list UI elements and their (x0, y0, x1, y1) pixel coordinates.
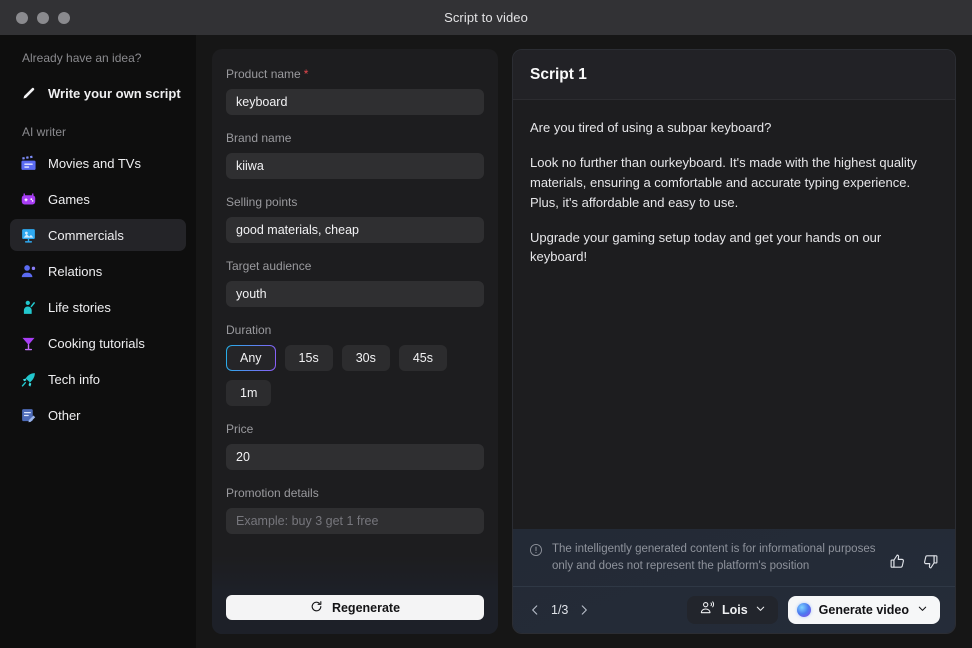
script-panel: Script 1 Are you tired of using a subpar… (512, 49, 956, 634)
sidebar-item-relations[interactable]: Relations (10, 255, 186, 287)
script-paragraph: Are you tired of using a subpar keyboard… (530, 120, 772, 135)
person-add-icon (19, 262, 37, 280)
disclaimer-row: The intelligently generated content is f… (513, 529, 955, 587)
sidebar-item-tech-info[interactable]: Tech info (10, 363, 186, 395)
duration-option-any[interactable]: Any (226, 345, 276, 371)
note-edit-icon (19, 406, 37, 424)
duration-options: Any 15s 30s 45s 1m (226, 345, 484, 406)
voice-label: Lois (721, 603, 748, 617)
person-wave-icon (19, 298, 37, 316)
generate-video-button[interactable]: Generate video (787, 596, 940, 624)
sidebar: Already have an idea? Write your own scr… (0, 35, 196, 648)
info-circle-icon (529, 541, 543, 562)
generate-video-label: Generate video (818, 603, 909, 617)
selling-points-label: Selling points (226, 195, 298, 209)
title-bar: Script to video (0, 0, 972, 35)
sidebar-item-label: Other (48, 407, 81, 423)
price-input[interactable]: 20 (226, 444, 484, 470)
selling-points-input[interactable]: good materials, cheap (226, 217, 484, 243)
sidebar-item-label: Commercials (48, 227, 124, 243)
sidebar-item-label: Movies and TVs (48, 155, 141, 171)
chevron-down-icon (755, 601, 766, 619)
regenerate-label: Regenerate (331, 600, 401, 615)
sidebar-item-movies-and-tvs[interactable]: Movies and TVs (10, 147, 186, 179)
script-paragraph: Look no further than ourkeyboard. It's m… (530, 154, 917, 210)
sidebar-item-cooking-tutorials[interactable]: Cooking tutorials (10, 327, 186, 359)
sidebar-item-label: Life stories (48, 299, 111, 315)
ai-orb-icon (796, 603, 811, 617)
duration-option-45s[interactable]: 45s (398, 345, 448, 371)
rocket-icon (19, 370, 37, 388)
product-name-input[interactable]: keyboard (226, 89, 484, 115)
sidebar-item-label: Tech info (48, 371, 101, 387)
target-audience-label: Target audience (226, 259, 312, 273)
target-audience-input[interactable]: youth (226, 281, 484, 307)
script-title: Script 1 (513, 50, 955, 100)
app-window: Script to video Already have an idea? Wr… (0, 0, 972, 648)
clapperboard-icon (19, 154, 37, 172)
form-panel: Product name * keyboard Brand name kiiwa… (212, 49, 498, 634)
window-title: Script to video (444, 10, 528, 25)
script-footer: The intelligently generated content is f… (513, 528, 955, 633)
thumbs-up-icon[interactable] (889, 553, 906, 575)
pencil-icon (19, 84, 37, 102)
sidebar-item-games[interactable]: Games (10, 183, 186, 215)
app-body: Already have an idea? Write your own scr… (0, 35, 972, 648)
sidebar-item-label: Relations (48, 263, 103, 279)
label-text: Product name (226, 67, 301, 81)
chevron-right-icon[interactable] (577, 603, 591, 617)
chevron-left-icon[interactable] (528, 603, 542, 617)
regenerate-container: Regenerate (226, 595, 484, 620)
duration-option-30s[interactable]: 30s (341, 345, 390, 371)
voice-selector-button[interactable]: Lois (686, 596, 778, 624)
sidebar-item-label: Cooking tutorials (48, 335, 145, 351)
sidebar-item-life-stories[interactable]: Life stories (10, 291, 186, 323)
script-content[interactable]: Are you tired of using a subpar keyboard… (513, 100, 955, 529)
sidebar-heading-ai-writer: AI writer (22, 125, 67, 139)
feedback-actions (889, 541, 939, 575)
chevron-down-icon (917, 601, 928, 619)
cocktail-icon (19, 334, 37, 352)
sidebar-item-label: Games (48, 191, 90, 207)
sidebar-item-other[interactable]: Other (10, 399, 186, 431)
required-asterisk: * (303, 67, 309, 81)
brand-name-label: Brand name (226, 131, 292, 145)
product-name-label: Product name * (226, 67, 484, 81)
regenerate-button[interactable]: Regenerate (226, 595, 484, 620)
script-paragraph: Upgrade your gaming setup today and get … (530, 229, 882, 265)
pagination: 1/3 (528, 603, 591, 617)
disclaimer-text: The intelligently generated content is f… (552, 542, 876, 572)
form-scroll-area[interactable]: Product name * keyboard Brand name kiiwa… (212, 49, 498, 634)
thumbs-down-icon[interactable] (922, 553, 939, 575)
price-label: Price (226, 422, 254, 436)
script-action-bar: 1/3 Lois Generate video (513, 587, 955, 633)
sidebar-heading-idea: Already have an idea? (22, 51, 142, 65)
voice-icon (699, 600, 715, 621)
sidebar-item-write-your-own-script[interactable]: Write your own script (10, 77, 186, 109)
sidebar-item-label: Write your own script (48, 85, 181, 101)
duration-option-1m[interactable]: 1m (226, 380, 272, 406)
refresh-icon (310, 600, 323, 616)
page-indicator: 1/3 (551, 603, 569, 617)
brand-name-input[interactable]: kiiwa (226, 153, 484, 179)
promotion-details-label: Promotion details (226, 486, 319, 500)
billboard-icon (19, 226, 37, 244)
sidebar-item-commercials[interactable]: Commercials (10, 219, 186, 251)
game-controller-icon (19, 190, 37, 208)
duration-label: Duration (226, 323, 272, 337)
promotion-details-input[interactable]: Example: buy 3 get 1 free (226, 508, 484, 534)
duration-option-15s[interactable]: 15s (284, 345, 333, 371)
